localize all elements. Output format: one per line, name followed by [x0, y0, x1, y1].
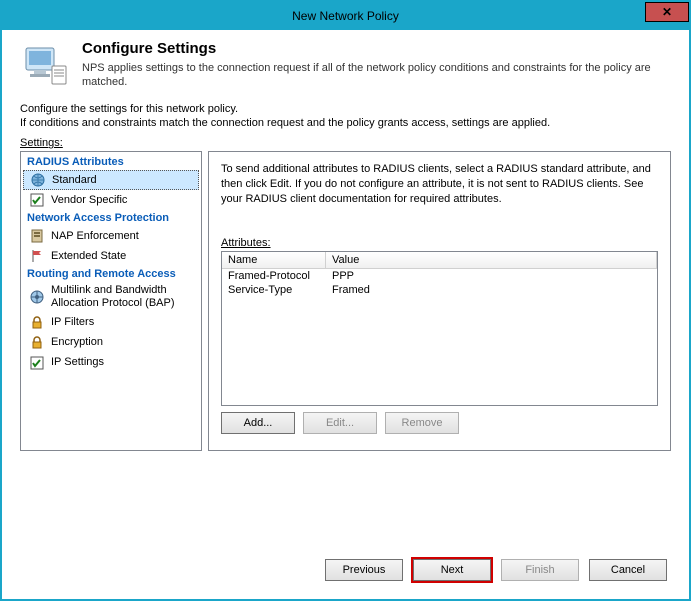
page-description: NPS applies settings to the connection r…: [82, 61, 675, 90]
remove-button[interactable]: Remove: [385, 412, 459, 434]
col-value[interactable]: Value: [326, 252, 657, 268]
intro-text: Configure the settings for this network …: [2, 98, 689, 138]
next-button[interactable]: Next: [413, 559, 491, 581]
category-radius: RADIUS Attributes: [21, 154, 201, 170]
settings-tree: RADIUS Attributes Standard Vendor Specif…: [20, 151, 202, 451]
tree-item-ip-filters[interactable]: IP Filters: [21, 313, 201, 333]
header: Configure Settings NPS applies settings …: [2, 30, 689, 98]
finish-button[interactable]: Finish: [501, 559, 579, 581]
tree-item-extended-state[interactable]: Extended State: [21, 246, 201, 266]
col-name[interactable]: Name: [222, 252, 326, 268]
tree-item-encryption[interactable]: Encryption: [21, 333, 201, 353]
tree-item-standard[interactable]: Standard: [23, 170, 199, 190]
close-button[interactable]: ✕: [645, 2, 689, 22]
content-description: To send additional attributes to RADIUS …: [221, 162, 658, 207]
tree-label: Extended State: [51, 250, 126, 263]
header-text: Configure Settings NPS applies settings …: [82, 40, 675, 90]
cell-value: PPP: [326, 269, 657, 283]
attribute-buttons: Add... Edit... Remove: [221, 412, 658, 434]
tree-label: Standard: [52, 174, 97, 187]
lock-icon: [29, 335, 45, 351]
policy-icon: [22, 40, 70, 88]
tree-label: IP Filters: [51, 316, 94, 329]
table-header: Name Value: [222, 252, 657, 269]
page-title: Configure Settings: [82, 40, 675, 57]
content-panel: To send additional attributes to RADIUS …: [208, 151, 671, 451]
tree-item-nap-enforcement[interactable]: NAP Enforcement: [21, 226, 201, 246]
tree-label: Vendor Specific: [51, 194, 127, 207]
cell-name: Service-Type: [222, 283, 326, 297]
flag-icon: [29, 248, 45, 264]
titlebar: New Network Policy ✕: [2, 2, 689, 30]
previous-button[interactable]: Previous: [325, 559, 403, 581]
tree-label: Encryption: [51, 336, 103, 349]
tree-item-bap[interactable]: Multilink and Bandwidth Allocation Proto…: [21, 282, 201, 312]
category-routing: Routing and Remote Access: [21, 266, 201, 282]
server-icon: [29, 228, 45, 244]
table-row[interactable]: Framed-Protocol PPP: [222, 269, 657, 283]
category-nap: Network Access Protection: [21, 210, 201, 226]
checkbox-icon: [29, 192, 45, 208]
tree-label: Multilink and Bandwidth Allocation Proto…: [51, 284, 195, 310]
tree-item-ip-settings[interactable]: IP Settings: [21, 353, 201, 373]
cell-name: Framed-Protocol: [222, 269, 326, 283]
lock-icon: [29, 315, 45, 331]
settings-label: Settings:: [2, 137, 689, 151]
cancel-button[interactable]: Cancel: [589, 559, 667, 581]
tree-label: IP Settings: [51, 356, 104, 369]
intro-line1: Configure the settings for this network …: [20, 102, 671, 117]
edit-button[interactable]: Edit...: [303, 412, 377, 434]
globe-icon: [30, 172, 46, 188]
tree-label: NAP Enforcement: [51, 230, 139, 243]
attributes-label: Attributes:: [221, 237, 658, 249]
window-title: New Network Policy: [292, 9, 399, 23]
network-icon: [29, 289, 45, 305]
intro-line2: If conditions and constraints match the …: [20, 116, 671, 131]
wizard-footer: Previous Next Finish Cancel: [325, 559, 667, 581]
attributes-table[interactable]: Name Value Framed-Protocol PPP Service-T…: [221, 251, 658, 406]
add-button[interactable]: Add...: [221, 412, 295, 434]
cell-value: Framed: [326, 283, 657, 297]
table-row[interactable]: Service-Type Framed: [222, 283, 657, 297]
dialog-window: New Network Policy ✕ Configure Settings …: [0, 0, 691, 601]
checkbox-icon: [29, 355, 45, 371]
close-icon: ✕: [662, 5, 672, 19]
tree-item-vendor-specific[interactable]: Vendor Specific: [21, 190, 201, 210]
